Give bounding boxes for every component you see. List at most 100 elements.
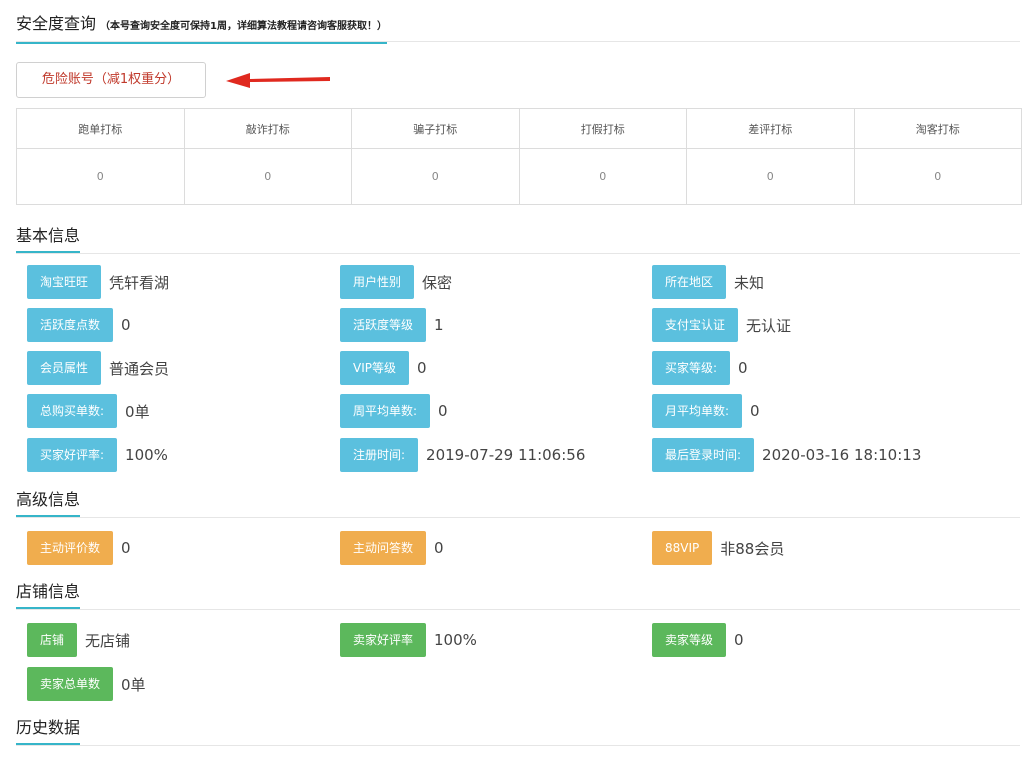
- basic-info-title: 基本信息: [16, 226, 80, 253]
- field-label-badge: 买家好评率:: [27, 438, 117, 472]
- info-item: 活跃度等级1: [340, 307, 444, 343]
- field-label-badge: 最后登录时间:: [652, 438, 754, 472]
- basic-info-header: 基本信息: [16, 224, 1020, 254]
- left-arrow-icon: [226, 68, 330, 92]
- info-item: 活跃度点数 0: [27, 307, 131, 343]
- info-row: 总购买单数: 0单 周平均单数: 0 月平均单数: 0: [0, 393, 1024, 429]
- history-title: 历史数据: [16, 718, 80, 745]
- field-label-badge: 总购买单数:: [27, 394, 117, 428]
- field-value: 1: [434, 316, 444, 334]
- info-item: 买家等级: 0: [652, 350, 748, 386]
- info-row: 活跃度点数 0 活跃度等级1 支付宝认证无认证: [0, 307, 1024, 343]
- info-item: 总购买单数: 0单: [27, 393, 150, 429]
- field-value: 0: [738, 359, 748, 377]
- field-label-badge: 卖家等级: [652, 623, 726, 657]
- field-value: 100%: [434, 631, 477, 649]
- field-label-badge: 会员属性: [27, 351, 101, 385]
- info-item: 月平均单数: 0: [652, 393, 760, 429]
- field-value: 0单: [125, 401, 150, 422]
- table-cell: 0: [17, 149, 185, 205]
- info-item: 用户性别保密: [340, 264, 452, 300]
- info-item: 店铺无店铺: [27, 622, 130, 658]
- field-label-badge: 主动问答数: [340, 531, 426, 565]
- info-item: VIP等级 0: [340, 350, 427, 386]
- info-item: 卖家好评率 100%: [340, 622, 477, 658]
- info-item: 支付宝认证无认证: [652, 307, 791, 343]
- field-value: 100%: [125, 446, 168, 464]
- info-row: 卖家总单数 0单: [0, 666, 1024, 702]
- info-row: 店铺无店铺 卖家好评率 100% 卖家等级 0: [0, 622, 1024, 658]
- info-item: 卖家总单数 0单: [27, 666, 146, 702]
- danger-account-badge: 危险账号（减1权重分）: [16, 62, 206, 98]
- field-value: 无店铺: [85, 630, 130, 651]
- field-label-badge: 周平均单数:: [340, 394, 430, 428]
- field-value: 未知: [734, 272, 764, 293]
- risk-tag-table: 跑单打标 敲诈打标 骗子打标 打假打标 差评打标 淘客打标 0 0 0 0 0 …: [16, 108, 1022, 205]
- field-value: 2020-03-16 18:10:13: [762, 446, 921, 464]
- field-value: 无认证: [746, 315, 791, 336]
- field-label-badge: 活跃度点数: [27, 308, 113, 342]
- table-header-cell: 差评打标: [687, 109, 855, 149]
- field-label-badge: 88VIP: [652, 531, 712, 565]
- field-value: 0单: [121, 674, 146, 695]
- field-label-badge: 主动评价数: [27, 531, 113, 565]
- info-row: 会员属性普通会员 VIP等级 0 买家等级: 0: [0, 350, 1024, 386]
- info-item: 主动问答数 0: [340, 530, 444, 566]
- info-row: 主动评价数 0 主动问答数 0 88VIP 非88会员: [0, 530, 1024, 566]
- info-item: 周平均单数: 0: [340, 393, 448, 429]
- table-cell: 0: [519, 149, 687, 205]
- advanced-info-title: 高级信息: [16, 490, 80, 517]
- info-item: 会员属性普通会员: [27, 350, 169, 386]
- field-value: 非88会员: [720, 538, 784, 559]
- table-header-cell: 跑单打标: [17, 109, 185, 149]
- field-value: 0: [734, 631, 744, 649]
- info-item: 卖家等级 0: [652, 622, 744, 658]
- info-item: 注册时间: 2019-07-29 11:06:56: [340, 437, 585, 473]
- info-item: 淘宝旺旺凭轩看湖: [27, 264, 169, 300]
- info-item: 最后登录时间: 2020-03-16 18:10:13: [652, 437, 921, 473]
- info-item: 买家好评率: 100%: [27, 437, 168, 473]
- table-header-cell: 骗子打标: [352, 109, 520, 149]
- field-value: 0: [121, 539, 131, 557]
- field-value: 凭轩看湖: [109, 272, 169, 293]
- table-cell: 0: [687, 149, 855, 205]
- table-cell: 0: [854, 149, 1022, 205]
- advanced-info-header: 高级信息: [16, 488, 1020, 518]
- security-title: 安全度查询（本号查询安全度可保持1周，详细算法教程请咨询客服获取！）: [16, 14, 387, 44]
- field-value: 0: [750, 402, 760, 420]
- field-label-badge: 注册时间:: [340, 438, 418, 472]
- field-value: 0: [434, 539, 444, 557]
- table-header-cell: 打假打标: [519, 109, 687, 149]
- shop-info-header: 店铺信息: [16, 580, 1020, 610]
- field-value: 普通会员: [109, 358, 169, 379]
- security-note: （本号查询安全度可保持1周，详细算法教程请咨询客服获取！）: [100, 21, 387, 32]
- field-label-badge: 月平均单数:: [652, 394, 742, 428]
- field-value: 保密: [422, 272, 452, 293]
- field-label-badge: 店铺: [27, 623, 77, 657]
- info-item: 所在地区未知: [652, 264, 764, 300]
- info-item: 88VIP 非88会员: [652, 530, 784, 566]
- field-label-badge: VIP等级: [340, 351, 409, 385]
- field-value: 0: [121, 316, 131, 334]
- info-item: 主动评价数 0: [27, 530, 131, 566]
- table-header-row: 跑单打标 敲诈打标 骗子打标 打假打标 差评打标 淘客打标: [17, 109, 1022, 149]
- table-header-cell: 敲诈打标: [184, 109, 352, 149]
- field-value: 0: [438, 402, 448, 420]
- field-value: 2019-07-29 11:06:56: [426, 446, 585, 464]
- info-row: 买家好评率: 100% 注册时间: 2019-07-29 11:06:56 最后登录…: [0, 437, 1024, 473]
- field-label-badge: 用户性别: [340, 265, 414, 299]
- field-label-badge: 卖家好评率: [340, 623, 426, 657]
- history-header: 历史数据: [16, 716, 1020, 746]
- field-label-badge: 卖家总单数: [27, 667, 113, 701]
- table-header-cell: 淘客打标: [854, 109, 1022, 149]
- field-value: 0: [417, 359, 427, 377]
- table-row: 0 0 0 0 0 0: [17, 149, 1022, 205]
- field-label-badge: 淘宝旺旺: [27, 265, 101, 299]
- field-label-badge: 所在地区: [652, 265, 726, 299]
- field-label-badge: 支付宝认证: [652, 308, 738, 342]
- security-section-header: 安全度查询（本号查询安全度可保持1周，详细算法教程请咨询客服获取！）: [16, 12, 1020, 42]
- info-row: 淘宝旺旺凭轩看湖 用户性别保密 所在地区未知: [0, 264, 1024, 300]
- table-cell: 0: [184, 149, 352, 205]
- shop-info-title: 店铺信息: [16, 582, 80, 609]
- field-label-badge: 买家等级:: [652, 351, 730, 385]
